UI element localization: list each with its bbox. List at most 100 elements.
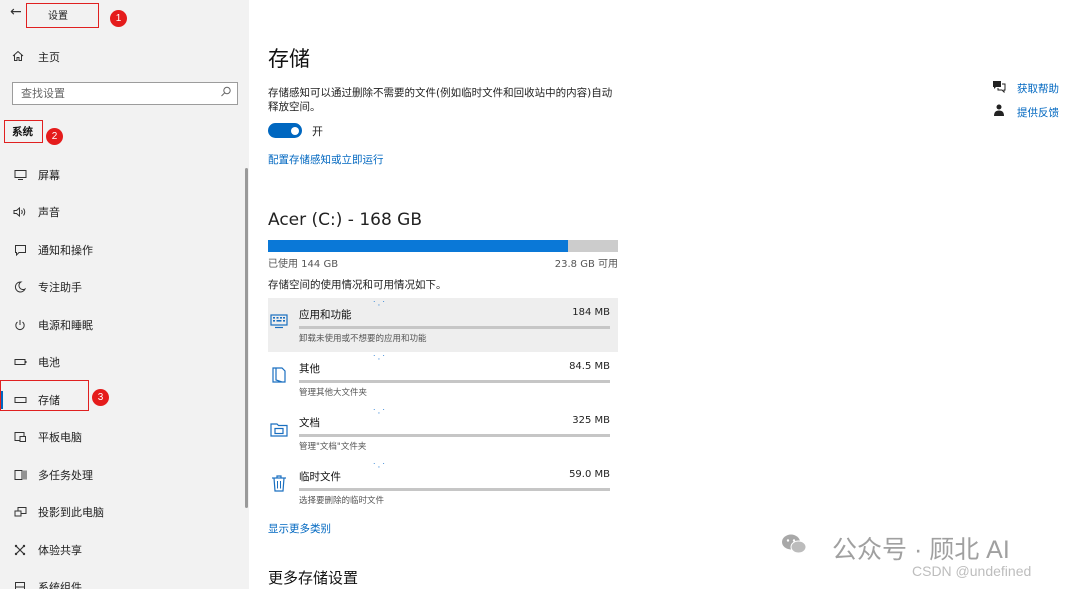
multitask-icon	[12, 468, 28, 482]
sidebar-item-focus-assist[interactable]: 专注助手	[0, 269, 245, 307]
sidebar-item-sound[interactable]: 声音	[0, 194, 245, 232]
monitor-icon	[12, 168, 28, 182]
components-icon	[12, 580, 28, 589]
sidebar-item-label: 电源和睡眠	[38, 318, 93, 332]
toggle-state-label: 开	[312, 125, 323, 138]
home-icon	[12, 50, 28, 65]
give-feedback-label: 提供反馈	[1017, 106, 1059, 119]
category-bar	[299, 434, 610, 437]
loading-spinner-icon: ˙·˙	[372, 355, 387, 365]
search-box[interactable]	[12, 82, 238, 105]
page-title: 存储	[268, 47, 310, 71]
home-link[interactable]: 主页	[12, 49, 60, 65]
moon-icon	[12, 280, 28, 294]
category-name: 应用和功能	[299, 309, 352, 321]
sidebar-item-label: 投影到此电脑	[38, 506, 104, 520]
feedback-person-icon	[991, 104, 1007, 120]
category-bar	[299, 380, 610, 383]
category-description: 卸载未使用或不想要的应用和功能	[299, 334, 427, 344]
category-apps[interactable]: 应用和功能 ˙·˙ 184 MB 卸载未使用或不想要的应用和功能	[268, 298, 618, 352]
drive-free-label: 23.8 GB 可用	[554, 259, 618, 270]
sidebar: ← 设置 1 主页 系统 2 屏幕 声音 通知和操作 专注助手	[0, 0, 249, 589]
sidebar-item-project[interactable]: 投影到此电脑	[0, 494, 245, 532]
sidebar-item-tablet[interactable]: 平板电脑	[0, 419, 245, 457]
category-bar	[299, 488, 610, 491]
sidebar-item-label: 电池	[38, 356, 60, 370]
category-size: 59.0 MB	[569, 469, 610, 480]
category-name: 临时文件	[299, 471, 341, 483]
category-size: 84.5 MB	[569, 361, 610, 372]
battery-icon	[12, 355, 28, 369]
share-icon	[12, 543, 28, 557]
category-size: 325 MB	[572, 415, 610, 426]
sidebar-item-components[interactable]: 系统组件	[0, 569, 245, 589]
sidebar-item-shared-experiences[interactable]: 体验共享	[0, 531, 245, 569]
documents-icon	[270, 420, 288, 438]
speaker-icon	[12, 205, 28, 219]
category-size: 184 MB	[572, 307, 610, 318]
category-other[interactable]: 其他 ˙·˙ 84.5 MB 管理其他大文件夹	[268, 352, 618, 406]
category-temp-files[interactable]: 临时文件 ˙·˙ 59.0 MB 选择要删除的临时文件	[268, 460, 618, 514]
main-content: 存储 存储感知可以通过删除不需要的文件(例如临时文件和回收站中的内容)自动释放空…	[249, 0, 1080, 589]
sidebar-item-label: 系统组件	[38, 581, 82, 589]
annotation-box-2	[4, 120, 43, 143]
trash-icon	[270, 474, 288, 492]
category-description: 管理其他大文件夹	[299, 388, 368, 398]
toggle-knob	[291, 126, 299, 135]
category-bar	[299, 326, 610, 329]
other-icon	[270, 366, 288, 384]
storage-sense-description: 存储感知可以通过删除不需要的文件(例如临时文件和回收站中的内容)自动释放空间。	[268, 87, 613, 113]
sidebar-item-battery[interactable]: 电池	[0, 344, 245, 382]
tablet-icon	[12, 430, 28, 444]
sidebar-item-display[interactable]: 屏幕	[0, 156, 245, 194]
search-icon	[220, 86, 232, 101]
power-icon	[12, 318, 28, 332]
category-name: 其他	[299, 363, 320, 375]
show-more-categories-link[interactable]: 显示更多类别	[268, 521, 331, 536]
annotation-box-3	[0, 380, 89, 411]
category-description: 选择要删除的临时文件	[299, 496, 385, 506]
storage-sense-toggle[interactable]	[268, 123, 302, 138]
give-feedback-link[interactable]: 提供反馈	[991, 104, 1059, 120]
get-help-label: 获取帮助	[1017, 82, 1059, 95]
csdn-watermark: CSDN @undefined	[912, 563, 1032, 579]
help-chat-icon	[991, 80, 1007, 96]
sidebar-item-label: 声音	[38, 206, 60, 220]
sidebar-scrollbar[interactable]	[245, 168, 248, 508]
sidebar-item-label: 平板电脑	[38, 431, 82, 445]
loading-spinner-icon: ˙·˙	[372, 409, 387, 419]
drive-title: Acer (C:) - 168 GB	[268, 210, 423, 230]
project-icon	[12, 505, 28, 519]
annotation-badge-2: 2	[46, 128, 63, 145]
annotation-badge-1: 1	[110, 10, 127, 27]
sidebar-item-multitasking[interactable]: 多任务处理	[0, 456, 245, 494]
sidebar-item-label: 通知和操作	[38, 243, 93, 257]
category-documents[interactable]: 文档 ˙·˙ 325 MB 管理"文档"文件夹	[268, 406, 618, 460]
drive-usage-bar	[268, 240, 618, 252]
configure-storage-sense-link[interactable]: 配置存储感知或立即运行	[268, 152, 384, 167]
drive-usage-fill	[268, 240, 568, 252]
annotation-box-1	[26, 3, 99, 28]
usage-intro: 存储空间的使用情况和可用情况如下。	[268, 279, 447, 291]
loading-spinner-icon: ˙·˙	[372, 301, 387, 311]
watermark-text: 公众号 · 顾北 AI	[832, 536, 1010, 564]
search-input[interactable]	[21, 87, 211, 100]
loading-spinner-icon: ˙·˙	[372, 463, 387, 473]
sidebar-item-label: 专注助手	[38, 281, 82, 295]
annotation-badge-3: 3	[92, 389, 109, 406]
sidebar-item-label: 体验共享	[38, 543, 82, 557]
back-arrow-icon[interactable]: ←	[10, 4, 26, 20]
apps-icon	[270, 312, 288, 330]
sidebar-item-label: 多任务处理	[38, 468, 93, 482]
sidebar-item-notifications[interactable]: 通知和操作	[0, 231, 245, 269]
notification-icon	[12, 243, 28, 257]
sidebar-item-label: 屏幕	[38, 168, 60, 182]
category-name: 文档	[299, 417, 320, 429]
sidebar-nav: 屏幕 声音 通知和操作 专注助手 电源和睡眠 电池 存储 平板电脑 多任务处理 …	[0, 156, 245, 589]
more-storage-settings-heading: 更多存储设置	[268, 569, 359, 587]
wechat-logo-icon	[781, 533, 807, 555]
category-description: 管理"文档"文件夹	[299, 442, 367, 452]
home-label: 主页	[38, 51, 60, 64]
get-help-link[interactable]: 获取帮助	[991, 80, 1059, 96]
sidebar-item-power-sleep[interactable]: 电源和睡眠	[0, 306, 245, 344]
